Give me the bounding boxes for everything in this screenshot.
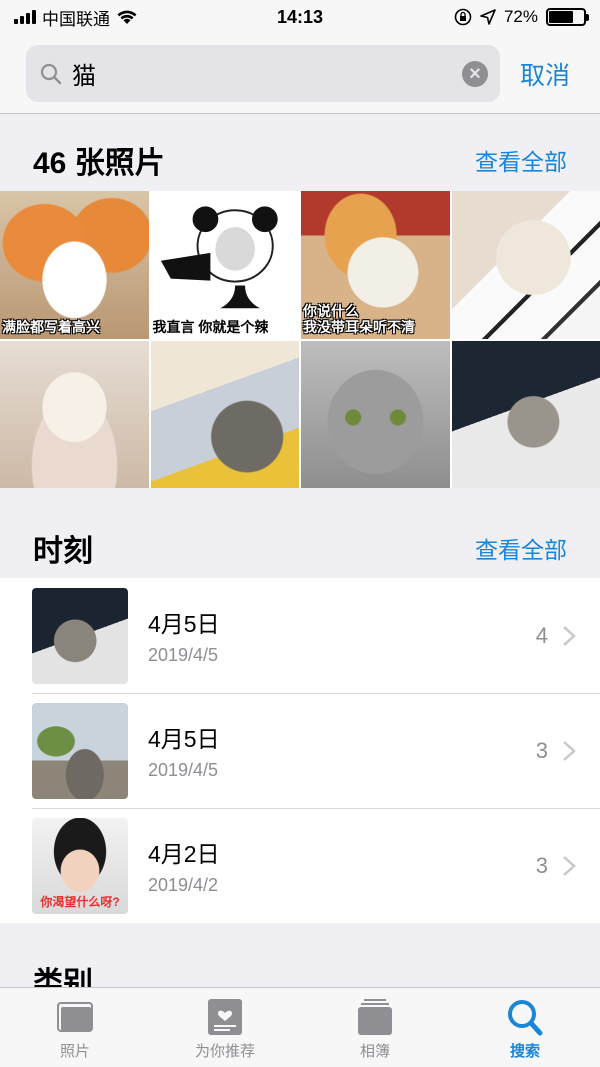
tab-photos[interactable]: 照片 bbox=[0, 988, 150, 1067]
photo-caption: 你说什么 我没带耳朵听不清 bbox=[303, 303, 415, 336]
moment-thumbnail: 你渴望什么呀? bbox=[32, 817, 128, 914]
photo-caption: 我直言 你就是个辣 bbox=[152, 319, 269, 336]
moment-thumbnail bbox=[32, 702, 128, 799]
tab-albums[interactable]: 相簿 bbox=[300, 988, 450, 1067]
photo-thumbnail[interactable] bbox=[451, 340, 600, 488]
photo-thumbnail[interactable] bbox=[451, 191, 600, 339]
moments-list: 4月5日 2019/4/5 4 4月5日 2019/4/5 3 你渴望什么呀? … bbox=[0, 578, 600, 923]
wifi-icon bbox=[117, 10, 137, 24]
search-icon bbox=[40, 63, 62, 84]
photo-thumbnail[interactable] bbox=[150, 340, 299, 488]
photo-grid: 满脸都写着高兴 我直言 你就是个辣 你说什么 我没带耳朵听不清 bbox=[0, 191, 600, 488]
moment-count: 3 bbox=[535, 737, 548, 763]
photo-thumbnail[interactable]: 满脸都写着高兴 bbox=[0, 191, 149, 339]
moment-count: 4 bbox=[535, 622, 548, 648]
photo-caption: 满脸都写着高兴 bbox=[2, 319, 100, 336]
chevron-right-icon bbox=[563, 625, 576, 646]
search-field[interactable]: 猫 × bbox=[26, 45, 500, 102]
thumbnail-caption: 你渴望什么呀? bbox=[40, 894, 120, 909]
moment-count: 3 bbox=[535, 852, 548, 878]
photos-icon bbox=[57, 1002, 93, 1032]
search-icon bbox=[508, 1000, 543, 1036]
see-all-photos-link[interactable]: 查看全部 bbox=[475, 143, 567, 177]
albums-icon bbox=[358, 999, 392, 1035]
chevron-right-icon bbox=[563, 855, 576, 876]
photo-thumbnail[interactable]: 你说什么 我没带耳朵听不清 bbox=[301, 191, 450, 339]
tab-bar: 照片 为你推荐 相簿 搜索 bbox=[0, 987, 600, 1067]
battery-percentage: 72% bbox=[503, 7, 538, 26]
moment-title: 4月2日 bbox=[148, 841, 220, 867]
status-bar: 中国联通 14:13 72% bbox=[0, 0, 600, 34]
photo-thumbnail[interactable]: 我直言 你就是个辣 bbox=[150, 191, 299, 339]
see-all-moments-link[interactable]: 查看全部 bbox=[475, 531, 567, 565]
clear-search-icon[interactable]: × bbox=[462, 60, 488, 87]
location-icon bbox=[480, 9, 496, 25]
moment-title: 4月5日 bbox=[148, 611, 220, 637]
carrier-name: 中国联通 bbox=[42, 9, 110, 29]
moment-thumbnail bbox=[32, 587, 128, 684]
cancel-button[interactable]: 取消 bbox=[520, 56, 570, 92]
moments-title: 时刻 bbox=[33, 535, 93, 568]
for-you-icon bbox=[208, 999, 242, 1035]
photos-count-title: 46 张照片 bbox=[33, 147, 165, 180]
moments-section-header: 时刻 查看全部 bbox=[0, 526, 600, 570]
tab-search[interactable]: 搜索 bbox=[450, 988, 600, 1067]
battery-icon bbox=[546, 8, 589, 26]
chevron-right-icon bbox=[563, 740, 576, 761]
search-input[interactable]: 猫 bbox=[72, 56, 462, 91]
moment-row[interactable]: 你渴望什么呀? 4月2日 2019/4/2 3 bbox=[0, 808, 600, 923]
moment-date: 2019/4/2 bbox=[148, 875, 219, 895]
search-header: 猫 × 取消 bbox=[0, 34, 600, 114]
moment-title: 4月5日 bbox=[148, 726, 220, 752]
panda-meme-image bbox=[160, 206, 278, 309]
tab-for-you[interactable]: 为你推荐 bbox=[150, 988, 300, 1067]
moment-date: 2019/4/5 bbox=[148, 760, 219, 780]
signal-strength-icon bbox=[14, 10, 36, 24]
moment-date: 2019/4/5 bbox=[148, 645, 219, 665]
photo-thumbnail[interactable] bbox=[301, 340, 450, 488]
photo-thumbnail[interactable] bbox=[0, 340, 149, 488]
moment-row[interactable]: 4月5日 2019/4/5 4 bbox=[0, 578, 600, 693]
status-time: 14:13 bbox=[276, 6, 324, 27]
orientation-lock-icon bbox=[454, 8, 472, 26]
moment-row[interactable]: 4月5日 2019/4/5 3 bbox=[0, 693, 600, 808]
photos-section-header: 46 张照片 查看全部 bbox=[0, 138, 600, 182]
